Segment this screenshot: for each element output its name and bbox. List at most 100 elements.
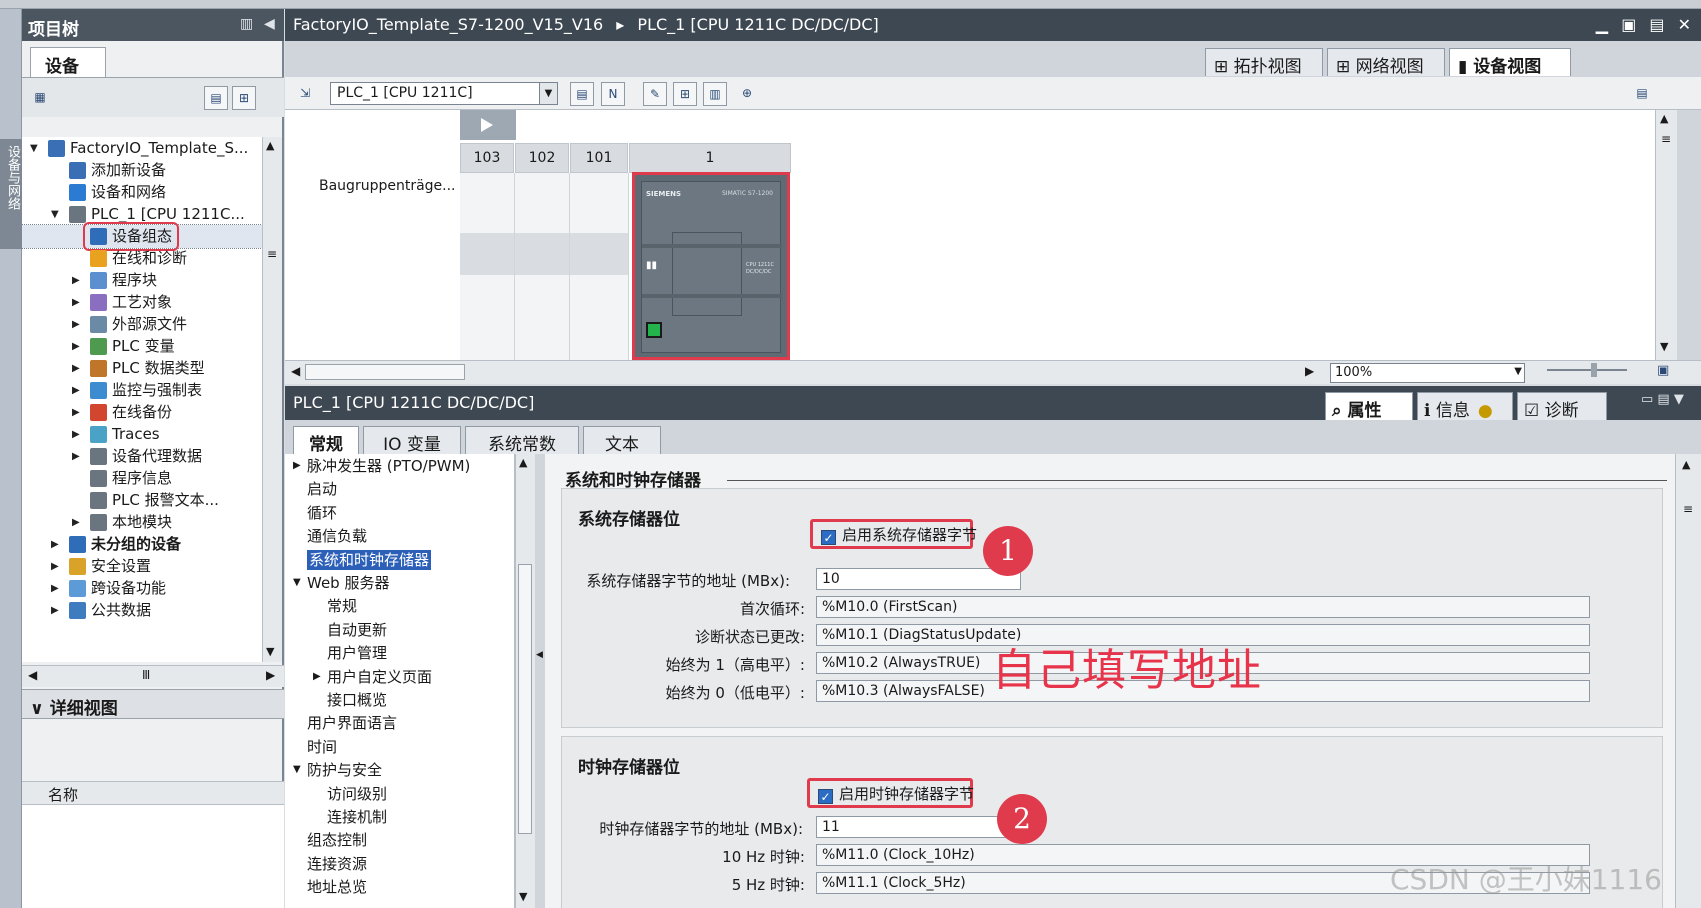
chevron-down-icon[interactable]: ∨: [30, 699, 50, 719]
panel-layout-icon[interactable]: ▥: [240, 16, 253, 32]
collapsed-arrow-icon[interactable]: ▶: [51, 533, 59, 556]
breadcrumb-device[interactable]: PLC_1 [CPU 1211C DC/DC/DC]: [637, 15, 878, 34]
collapsed-arrow-icon[interactable]: ▶: [72, 423, 80, 446]
scroll-right-icon[interactable]: ▶: [266, 668, 275, 682]
add-device-icon[interactable]: ⊞: [232, 86, 256, 110]
slot-102[interactable]: [515, 173, 570, 360]
slot-header-102[interactable]: 102: [515, 143, 569, 173]
slot-101[interactable]: [570, 173, 629, 360]
new-folder-icon[interactable]: ▦: [28, 86, 52, 110]
properties-scrollbar[interactable]: ▲ ≡: [1675, 454, 1701, 908]
expand-rack-arrow-icon[interactable]: [460, 110, 516, 140]
edit-icon[interactable]: ✎: [643, 82, 667, 106]
tree-item[interactable]: ▶ 外部源文件: [22, 313, 262, 336]
tree-item[interactable]: ▶ PLC 数据类型: [22, 357, 262, 380]
collapsed-arrow-icon[interactable]: ▶: [72, 401, 80, 424]
collapsed-arrow-icon[interactable]: ▶: [72, 357, 80, 380]
scroll-thumb[interactable]: [305, 364, 465, 380]
scroll-grip-icon[interactable]: ≡: [267, 247, 277, 261]
collapsed-arrow-icon[interactable]: ▶: [51, 555, 59, 578]
zoom-icon[interactable]: ⊕: [735, 82, 759, 106]
name-label-icon[interactable]: N: [601, 82, 625, 106]
tree-item[interactable]: 设备组态: [22, 222, 262, 251]
tree-item[interactable]: ▶ 公共数据: [22, 599, 262, 622]
first-scan-field[interactable]: %M10.0 (FirstScan): [816, 596, 1590, 618]
device-view-canvas[interactable]: Baugruppenträge... 103 102 101 1 SIEMENS…: [285, 110, 1655, 360]
collapsed-task-cards[interactable]: [1677, 110, 1701, 360]
slot-header-101[interactable]: 101: [570, 143, 628, 173]
expanded-arrow-icon[interactable]: ▼: [293, 760, 301, 780]
collapsed-arrow-icon[interactable]: ▶: [313, 667, 321, 687]
enable-clock-memory-checkbox[interactable]: ✓ 启用时钟存储器字节: [807, 778, 974, 808]
breadcrumb-project[interactable]: FactoryIO_Template_S7-1200_V15_V16: [293, 15, 603, 34]
scroll-thumb[interactable]: [518, 564, 532, 834]
expanded-arrow-icon[interactable]: ▼: [30, 137, 38, 160]
tree-item[interactable]: ▶ 在线备份: [22, 401, 262, 424]
overview-view-icon[interactable]: ▤: [204, 86, 228, 110]
canvas-vertical-scrollbar[interactable]: ▲ ≡ ▼: [1655, 110, 1677, 360]
project-tree-vertical-scrollbar[interactable]: ▲ ≡ ▼: [262, 137, 282, 662]
tree-item[interactable]: ▶ 未分组的设备: [22, 533, 262, 556]
device-select-icon[interactable]: ⇲: [293, 82, 317, 106]
devices-networks-side-tab[interactable]: 设备与网络: [0, 139, 22, 249]
scroll-right-icon[interactable]: ▶: [1305, 364, 1314, 378]
collapsed-arrow-icon[interactable]: ▶: [72, 511, 80, 534]
tree-item[interactable]: PLC 报警文本...: [22, 489, 262, 512]
tree-item[interactable]: ▶ 程序块: [22, 269, 262, 292]
tree-item[interactable]: ▶ 安全设置: [22, 555, 262, 578]
tab-network-view[interactable]: ⊞ 网络视图: [1327, 48, 1445, 77]
collapsed-arrow-icon[interactable]: ▶: [51, 599, 59, 622]
scroll-up-icon[interactable]: ▲: [519, 456, 527, 469]
page-layout-icon[interactable]: ▥: [703, 82, 727, 106]
zoom-slider-handle[interactable]: [1591, 363, 1597, 377]
detail-view-column-header[interactable]: 名称: [22, 781, 284, 805]
scroll-down-icon[interactable]: ▼: [1660, 340, 1668, 353]
scroll-down-icon[interactable]: ▼: [519, 890, 527, 903]
tree-item[interactable]: ▶ 监控与强制表: [22, 379, 262, 402]
collapsed-arrow-icon[interactable]: ▶: [72, 445, 80, 468]
tree-item[interactable]: 程序信息: [22, 467, 262, 490]
collapsed-arrow-icon[interactable]: ▶: [72, 291, 80, 314]
collapse-panel-icon[interactable]: ◀: [264, 16, 275, 32]
tree-item[interactable]: ▶ 工艺对象: [22, 291, 262, 314]
chevron-down-icon[interactable]: ▼: [539, 83, 557, 104]
scroll-left-icon[interactable]: ◀: [291, 364, 300, 378]
expanded-arrow-icon[interactable]: ▼: [51, 203, 59, 226]
tab-properties[interactable]: ⌕ 属性: [1325, 392, 1413, 421]
device-dropdown[interactable]: PLC_1 [CPU 1211C] ▼: [330, 82, 558, 105]
tab-texts[interactable]: 文本: [583, 426, 661, 455]
tree-item[interactable]: ▶ 本地模块: [22, 511, 262, 534]
tree-item[interactable]: ▼ PLC_1 [CPU 1211C...: [22, 203, 262, 226]
tree-item[interactable]: ▶ PLC 变量: [22, 335, 262, 358]
show-module-icon[interactable]: ▤: [570, 82, 594, 106]
scroll-down-icon[interactable]: ▼: [266, 645, 274, 658]
scroll-grip-icon[interactable]: Ⅲ: [142, 668, 150, 682]
checkbox-checked-icon[interactable]: ✓: [818, 789, 833, 804]
clock-memory-address-input[interactable]: 11: [816, 816, 1006, 838]
expanded-arrow-icon[interactable]: ▼: [293, 573, 301, 593]
tree-item[interactable]: 添加新设备: [22, 159, 262, 182]
scroll-up-icon[interactable]: ▲: [266, 139, 274, 152]
tab-diagnostics[interactable]: ☑ 诊断: [1517, 392, 1607, 421]
detail-view-header[interactable]: ∨ 详细视图: [22, 689, 284, 719]
cpu-module[interactable]: SIEMENS SIMATIC S7-1200 CPU 1211C DC/DC/…: [632, 172, 790, 360]
tab-device-view[interactable]: ▮ 设备视图: [1449, 48, 1571, 77]
tab-system-constants[interactable]: 系统常数: [465, 426, 579, 455]
navigation-scrollbar[interactable]: ▲ ▼: [515, 454, 535, 908]
tree-item[interactable]: ▶ Traces: [22, 423, 262, 446]
collapsed-arrow-icon[interactable]: ▶: [293, 456, 301, 476]
checkbox-checked-icon[interactable]: ✓: [821, 530, 836, 545]
tab-topology-view[interactable]: ⊞ 拓扑视图: [1205, 48, 1323, 77]
slot-header-1[interactable]: 1: [629, 143, 791, 173]
zoom-slider[interactable]: [1547, 369, 1627, 371]
splitter-handle[interactable]: ◀: [535, 454, 545, 908]
enable-system-memory-checkbox[interactable]: ✓ 启用系统存储器字节: [810, 519, 977, 549]
devices-tab[interactable]: 设备: [30, 47, 106, 77]
tab-info[interactable]: ℹ 信息 ●: [1417, 392, 1513, 421]
zoom-dropdown[interactable]: 100% ▼: [1330, 363, 1525, 383]
scroll-up-icon[interactable]: ▲: [1682, 458, 1690, 471]
canvas-horizontal-scrollbar[interactable]: ◀ ▶ 100% ▼ ▣: [285, 360, 1701, 384]
collapsed-arrow-icon[interactable]: ▶: [72, 335, 80, 358]
tree-item[interactable]: ▶ 跨设备功能: [22, 577, 262, 600]
collapse-arrow-icon[interactable]: ◀: [536, 650, 543, 660]
